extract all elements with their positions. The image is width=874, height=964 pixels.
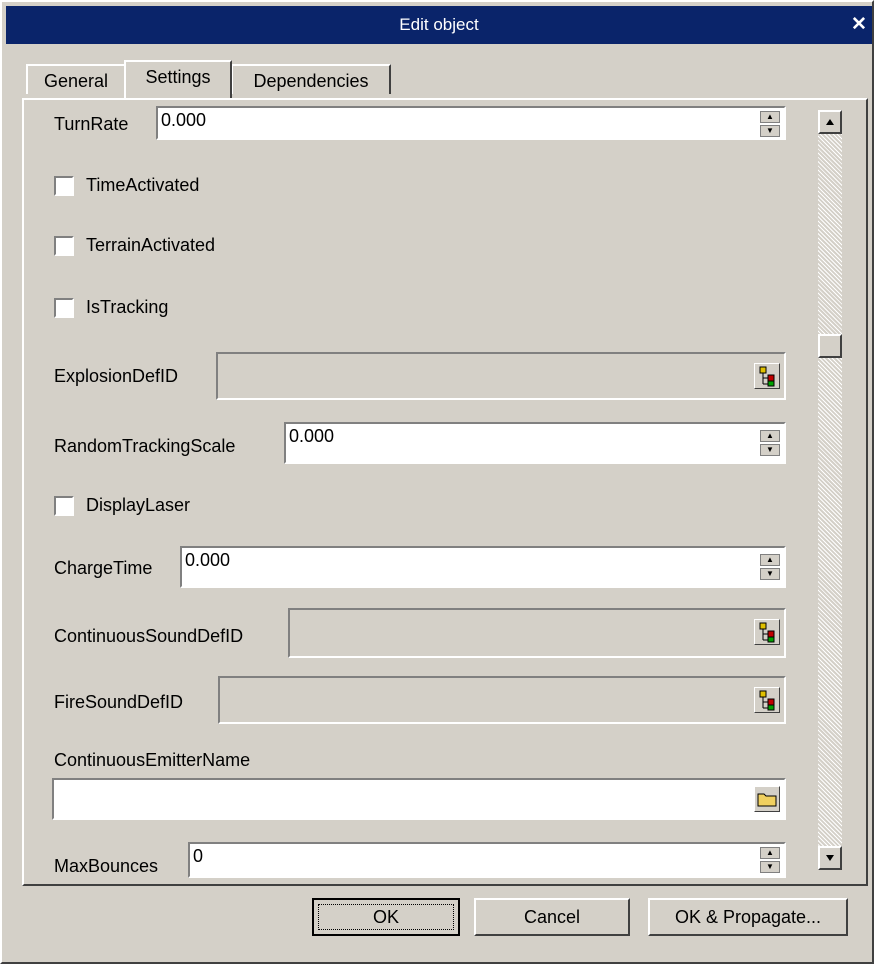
random-tracking-scale-label: RandomTrackingScale xyxy=(54,436,236,456)
vertical-scrollbar[interactable] xyxy=(818,110,842,858)
tree-picker-icon[interactable] xyxy=(754,363,780,389)
turn-rate-spinner[interactable]: ▲ ▼ xyxy=(760,111,780,137)
max-bounces-label: MaxBounces xyxy=(54,856,159,876)
random-tracking-scale-input[interactable]: 0.000 ▲ ▼ xyxy=(284,422,786,464)
charge-time-value: 0.000 xyxy=(185,550,231,570)
spin-down-icon[interactable]: ▼ xyxy=(760,125,780,137)
title-bar[interactable]: Edit object ✕ xyxy=(6,6,872,44)
spin-down-icon[interactable]: ▼ xyxy=(760,861,780,873)
scroll-up-button[interactable] xyxy=(818,110,842,134)
time-activated-checkbox[interactable] xyxy=(54,176,74,196)
random-tracking-scale-value: 0.000 xyxy=(289,426,335,446)
explosion-def-id-input[interactable] xyxy=(216,352,786,400)
continuous-emitter-name-input[interactable] xyxy=(52,778,786,820)
spin-up-icon[interactable]: ▲ xyxy=(760,554,780,566)
continuous-emitter-name-label: ContinuousEmitterName xyxy=(54,750,251,770)
max-bounces-spinner[interactable]: ▲ ▼ xyxy=(760,847,780,873)
continuous-sound-def-id-input[interactable] xyxy=(288,608,786,658)
terrain-activated-checkbox[interactable] xyxy=(54,236,74,256)
fire-sound-def-id-input[interactable] xyxy=(218,676,786,724)
spin-up-icon[interactable]: ▲ xyxy=(760,430,780,442)
cancel-button[interactable]: Cancel xyxy=(474,898,630,936)
random-tracking-scale-spinner[interactable]: ▲ ▼ xyxy=(760,430,780,456)
window-title: Edit object xyxy=(399,15,479,34)
turn-rate-label: TurnRate xyxy=(54,114,129,134)
display-laser-label: DisplayLaser xyxy=(86,495,191,515)
fire-sound-def-id-label: FireSoundDefID xyxy=(54,692,184,712)
charge-time-label: ChargeTime xyxy=(54,558,153,578)
tree-picker-icon[interactable] xyxy=(754,619,780,645)
charge-time-spinner[interactable]: ▲ ▼ xyxy=(760,554,780,580)
is-tracking-label: IsTracking xyxy=(86,297,169,317)
spin-down-icon[interactable]: ▼ xyxy=(760,568,780,580)
ok-propagate-button[interactable]: OK & Propagate... xyxy=(648,898,848,936)
turn-rate-value: 0.000 xyxy=(161,110,207,130)
max-bounces-value: 0 xyxy=(193,846,204,866)
spin-up-icon[interactable]: ▲ xyxy=(760,847,780,859)
tab-settings[interactable]: Settings xyxy=(124,60,232,98)
close-icon[interactable]: ✕ xyxy=(848,14,870,36)
ok-button[interactable]: OK xyxy=(312,898,460,936)
tree-picker-icon[interactable] xyxy=(754,687,780,713)
tab-general[interactable]: General xyxy=(26,64,126,94)
scroll-down-button[interactable] xyxy=(818,846,842,870)
terrain-activated-label: TerrainActivated xyxy=(86,235,216,255)
charge-time-input[interactable]: 0.000 ▲ ▼ xyxy=(180,546,786,588)
max-bounces-input[interactable]: 0 ▲ ▼ xyxy=(188,842,786,878)
tab-dependencies[interactable]: Dependencies xyxy=(231,64,391,94)
is-tracking-checkbox[interactable] xyxy=(54,298,74,318)
spin-up-icon[interactable]: ▲ xyxy=(760,111,780,123)
continuous-sound-def-id-label: ContinuousSoundDefID xyxy=(54,626,244,646)
turn-rate-input[interactable]: 0.000 ▲ ▼ xyxy=(156,106,786,140)
edit-object-dialog: Edit object ✕ General Settings Dependenc… xyxy=(0,0,874,964)
time-activated-label: TimeActivated xyxy=(86,175,200,195)
folder-icon[interactable] xyxy=(754,786,780,812)
explosion-def-id-label: ExplosionDefID xyxy=(54,366,179,386)
focus-ring xyxy=(318,904,454,930)
display-laser-checkbox[interactable] xyxy=(54,496,74,516)
spin-down-icon[interactable]: ▼ xyxy=(760,444,780,456)
scroll-thumb[interactable] xyxy=(818,334,842,358)
